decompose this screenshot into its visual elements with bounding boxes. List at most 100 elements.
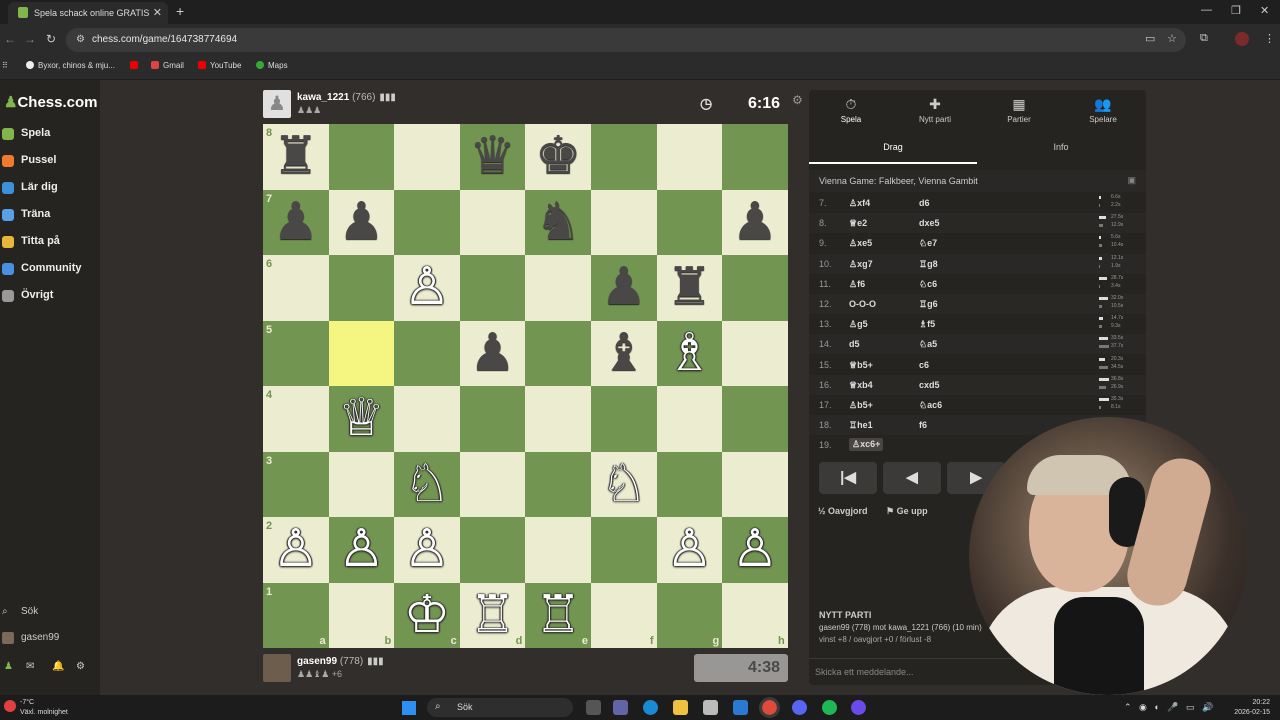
square-b8[interactable] — [328, 124, 395, 190]
white-piece-c2[interactable]: ♙ — [394, 517, 460, 583]
black-move[interactable]: f6 — [919, 420, 927, 430]
white-move[interactable]: O-O-O — [849, 299, 876, 309]
url-field[interactable]: ⚙ chess.com/game/164738774694 — [66, 28, 1186, 52]
black-move[interactable]: ♘ac6 — [919, 400, 942, 411]
black-move[interactable]: ♖g8 — [919, 259, 938, 270]
cast-icon[interactable]: ▭ — [1145, 32, 1155, 45]
subtab-drag[interactable]: Drag — [809, 142, 977, 152]
black-move[interactable]: ♗f5 — [919, 319, 935, 330]
square-d3[interactable] — [459, 451, 526, 517]
square-c7[interactable] — [394, 189, 460, 255]
square-h8[interactable] — [722, 124, 788, 190]
tab-spelare[interactable]: 👥 Spelare — [1061, 96, 1145, 124]
system-tray[interactable]: ⌃ ◉ ◐ 🎤 ▭ 🔊 — [1124, 702, 1213, 713]
black-piece-b7[interactable]: ♟ — [329, 190, 395, 256]
sidebar-item-lar-dig[interactable]: Lär dig — [0, 181, 58, 201]
mail-icon[interactable] — [733, 700, 748, 715]
square-g1[interactable]: g — [656, 582, 723, 648]
square-g7[interactable] — [656, 189, 723, 255]
chrome-icon[interactable] — [759, 697, 780, 718]
white-piece-c3[interactable]: ♘ — [394, 452, 460, 518]
white-move[interactable]: ♙xe5 — [849, 238, 872, 249]
black-move[interactable]: c6 — [919, 360, 929, 370]
sidebar-item-spela[interactable]: Spela — [0, 127, 50, 147]
notifications-icon[interactable]: 🔔 — [52, 661, 64, 672]
white-piece-e1[interactable]: ♖ — [525, 583, 591, 649]
white-move[interactable]: ♕b5+ — [849, 360, 873, 371]
square-h4[interactable] — [722, 386, 788, 452]
white-move[interactable]: ♙xc6+ — [849, 438, 884, 452]
white-move[interactable]: ♙xg7 — [849, 259, 873, 270]
white-move[interactable]: ♙g5 — [849, 319, 868, 330]
white-piece-b4[interactable]: ♕ — [329, 386, 395, 452]
chess-board[interactable]: 8 7 6 5 4 3 2 1 a b c d e f g h ♜ ♛ ♚ ♟ ♟ ♞ ♟ ♙ ♟ ♜ ♟ ♝ ♗ ♕ ♘ ♘ ♙ ♙ ♙ ♙ ♙ ♔ ♖ ♖ — [263, 124, 788, 648]
close-window-icon[interactable]: ✕ — [1260, 4, 1269, 17]
app-icon[interactable] — [851, 700, 866, 715]
edge-icon[interactable] — [643, 700, 658, 715]
chess-logo[interactable]: ♟Chess.com — [4, 93, 98, 111]
white-move[interactable]: ♙f6 — [849, 279, 865, 290]
square-h6[interactable] — [722, 255, 788, 321]
black-piece-a7[interactable]: ♟ — [263, 190, 329, 256]
white-piece-f3[interactable]: ♘ — [591, 452, 657, 518]
discord-icon[interactable] — [792, 700, 807, 715]
player-name[interactable]: gasen99 (778) ▮▮▮ — [297, 656, 384, 667]
white-piece-g2[interactable]: ♙ — [657, 517, 723, 583]
square-b3[interactable] — [328, 451, 395, 517]
square-h3[interactable] — [722, 451, 788, 517]
taskbar-search[interactable]: ⌕ Sök — [427, 698, 573, 717]
new-tab-button[interactable]: + — [176, 3, 184, 19]
black-move[interactable]: cxd5 — [919, 380, 940, 390]
maximize-icon[interactable]: ❐ — [1231, 4, 1241, 17]
square-c4[interactable] — [394, 386, 460, 452]
black-piece-a8[interactable]: ♜ — [263, 124, 329, 190]
sidebar-search[interactable]: ⌕ Sök — [0, 606, 38, 617]
white-piece-d1[interactable]: ♖ — [460, 583, 526, 649]
black-piece-g6[interactable]: ♜ — [657, 255, 723, 321]
square-a3[interactable]: 3 — [263, 451, 329, 517]
black-piece-d8[interactable]: ♛ — [460, 124, 526, 190]
bookmark-maps[interactable]: Maps — [256, 61, 288, 70]
sidebar-item-pussel[interactable]: Pussel — [0, 154, 56, 174]
white-piece-c6[interactable]: ♙ — [394, 255, 460, 321]
square-e6[interactable] — [525, 255, 591, 321]
black-piece-e7[interactable]: ♞ — [525, 190, 591, 256]
square-f2[interactable] — [591, 517, 657, 583]
site-info-icon[interactable]: ⚙ — [76, 34, 85, 45]
square-h1[interactable]: h — [722, 582, 788, 648]
square-a1[interactable]: 1a — [263, 582, 329, 648]
bookmark-item[interactable]: Byxor, chinos & mju... — [26, 61, 115, 70]
black-move[interactable]: d6 — [919, 198, 930, 208]
white-piece-c1[interactable]: ♔ — [394, 583, 460, 649]
white-move[interactable]: ♙b5+ — [849, 400, 873, 411]
white-move[interactable]: d5 — [849, 339, 860, 349]
white-move[interactable]: ♕xb4 — [849, 380, 873, 391]
black-piece-f5[interactable]: ♝ — [591, 321, 657, 387]
settings-gear-icon[interactable]: ⚙ — [76, 661, 85, 672]
spotify-icon[interactable] — [822, 700, 837, 715]
sidebar-user[interactable]: gasen99 — [0, 632, 59, 644]
white-move[interactable]: ♖he1 — [849, 420, 873, 431]
sidebar-item-ovrigt[interactable]: Övrigt — [0, 289, 53, 309]
square-f1[interactable]: f — [591, 582, 657, 648]
apps-icon[interactable]: ⠿ — [2, 61, 8, 70]
square-h5[interactable] — [722, 320, 788, 386]
subtab-info[interactable]: Info — [977, 142, 1145, 152]
forward-icon[interactable]: → — [24, 32, 36, 46]
black-piece-e8[interactable]: ♚ — [525, 124, 591, 190]
calculator-icon[interactable] — [703, 700, 718, 715]
menu-icon[interactable]: ⋮ — [1264, 32, 1275, 45]
sidebar-item-titta-pa[interactable]: Titta på — [0, 235, 60, 255]
profile-avatar[interactable] — [1235, 32, 1249, 46]
square-f7[interactable] — [591, 189, 657, 255]
extensions-icon[interactable]: ⧉ — [1200, 32, 1208, 45]
square-e5[interactable] — [525, 320, 591, 386]
youtube-bookmark-icon[interactable] — [130, 61, 142, 70]
bookmark-star-icon[interactable]: ☆ — [1167, 32, 1177, 45]
file-explorer-icon[interactable] — [673, 700, 688, 715]
bookmark-gmail[interactable]: Gmail — [151, 61, 184, 70]
square-d2[interactable] — [459, 517, 526, 583]
player-avatar[interactable] — [263, 654, 291, 682]
square-f8[interactable] — [591, 124, 657, 190]
messages-icon[interactable]: ✉ — [26, 661, 34, 672]
